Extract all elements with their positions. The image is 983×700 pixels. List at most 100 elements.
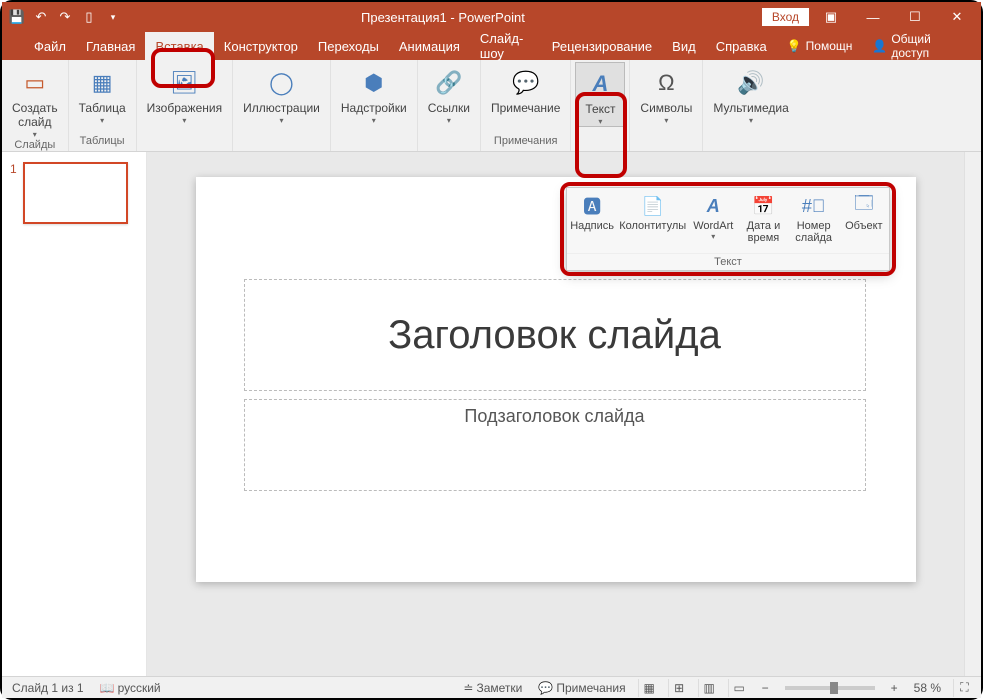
group-images: 🖼 Изображения ▾ [137, 60, 233, 151]
comments-label: Примечания [556, 681, 625, 695]
share-label: Общий доступ [891, 32, 949, 60]
normal-view-icon[interactable]: ▦ [638, 679, 660, 697]
comment-button[interactable]: 💬 Примечание [485, 62, 566, 116]
zoom-out-button[interactable]: − [758, 681, 773, 695]
textbox-button[interactable]: 🅰 Надпись [567, 188, 617, 253]
object-button[interactable]: 🗔 Объект [839, 188, 889, 253]
title-placeholder[interactable]: Заголовок слайда [244, 279, 866, 391]
symbols-label: Символы [640, 102, 692, 116]
slide-thumbnails-panel[interactable]: 1 [2, 152, 147, 676]
notes-label: Заметки [476, 681, 522, 695]
zoom-slider[interactable] [785, 686, 875, 690]
text-label: Текст [585, 103, 615, 117]
datetime-button[interactable]: 📅 Дата и время [738, 188, 788, 253]
group-tables: ▦ Таблица ▾ Таблицы [69, 60, 137, 151]
chevron-down-icon: ▾ [100, 116, 104, 125]
group-media-label [750, 135, 753, 149]
slidenum-label: Номер слайда [795, 220, 832, 244]
tab-home[interactable]: Главная [76, 32, 145, 60]
chevron-down-icon: ▾ [182, 116, 186, 125]
qat-customize-icon[interactable]: ▾ [102, 6, 124, 28]
chevron-down-icon: ▾ [33, 130, 37, 139]
spellcheck-icon: 📖 [100, 681, 115, 695]
ribbon-options-icon[interactable]: ▣ [811, 3, 851, 31]
headerfooter-button[interactable]: 📄 Колонтитулы [617, 188, 688, 253]
group-illustrations: ◯ Иллюстрации ▾ [233, 60, 331, 151]
group-links: 🔗 Ссылки ▾ [418, 60, 481, 151]
close-icon[interactable]: ✕ [937, 3, 977, 31]
shapes-icon: ◯ [269, 66, 294, 100]
tab-animation[interactable]: Анимация [389, 32, 470, 60]
titlebar: 💾 ↶ ↷ ▯ ▾ Презентация1 - PowerPoint Вход… [2, 2, 981, 32]
tab-transitions[interactable]: Переходы [308, 32, 389, 60]
tab-slideshow[interactable]: Слайд-шоу [470, 32, 542, 60]
text-button[interactable]: A Текст ▾ [575, 62, 625, 127]
comment-label: Примечание [491, 102, 560, 116]
group-tables-label: Таблицы [80, 135, 125, 149]
share-button[interactable]: 👤 Общий доступ [862, 32, 959, 60]
chevron-down-icon: ▾ [664, 116, 668, 125]
save-icon[interactable]: 💾 [6, 6, 28, 28]
group-slides-label: Слайды [14, 139, 55, 153]
vertical-scrollbar[interactable] [964, 152, 981, 676]
links-button[interactable]: 🔗 Ссылки ▾ [422, 62, 476, 125]
group-images-label [183, 135, 186, 149]
media-button[interactable]: 🔊 Мультимедиа ▾ [707, 62, 794, 125]
undo-icon[interactable]: ↶ [30, 6, 52, 28]
group-comments-label: Примечания [494, 135, 558, 149]
fit-to-window-icon[interactable]: ⛶ [953, 679, 975, 697]
redo-icon[interactable]: ↷ [54, 6, 76, 28]
thumbnail-preview[interactable] [23, 162, 128, 224]
zoom-in-button[interactable]: + [887, 681, 902, 695]
thumbnail-1[interactable]: 1 [10, 162, 138, 224]
comment-icon: 💬 [512, 66, 539, 100]
wordart-icon: A [707, 192, 720, 220]
illustrations-label: Иллюстрации [243, 102, 320, 116]
tab-insert[interactable]: Вставка [145, 32, 213, 60]
group-illustrations-label [280, 135, 283, 149]
window-title: Презентация1 - PowerPoint [124, 10, 762, 25]
tab-file[interactable]: Файл [24, 32, 76, 60]
notes-button[interactable]: ≐ Заметки [459, 681, 526, 695]
language-label: русский [118, 681, 161, 695]
link-icon: 🔗 [435, 66, 462, 100]
tab-view[interactable]: Вид [662, 32, 706, 60]
wordart-label: WordArt [693, 220, 733, 232]
illustrations-button[interactable]: ◯ Иллюстрации ▾ [237, 62, 326, 125]
minimize-icon[interactable]: — [853, 3, 893, 31]
group-links-label [447, 135, 450, 149]
subtitle-placeholder[interactable]: Подзаголовок слайда [244, 399, 866, 491]
language-button[interactable]: 📖 русский [96, 681, 165, 695]
table-button[interactable]: ▦ Таблица ▾ [73, 62, 132, 125]
textbox-label: Надпись [570, 220, 614, 232]
slide-counter[interactable]: Слайд 1 из 1 [8, 681, 88, 695]
zoom-level[interactable]: 58 % [910, 681, 945, 695]
chevron-down-icon: ▾ [447, 116, 451, 125]
chevron-down-icon: ▾ [749, 116, 753, 125]
slideshow-view-icon[interactable]: ▭ [728, 679, 750, 697]
new-slide-button[interactable]: ▭ Создать слайд ▾ [6, 62, 64, 139]
tab-design[interactable]: Конструктор [214, 32, 308, 60]
speaker-icon: 🔊 [737, 66, 764, 100]
symbols-button[interactable]: Ω Символы ▾ [634, 62, 698, 125]
signin-button[interactable]: Вход [762, 8, 809, 26]
start-slideshow-icon[interactable]: ▯ [78, 6, 100, 28]
statusbar: Слайд 1 из 1 📖 русский ≐ Заметки 💬 Приме… [2, 676, 981, 698]
maximize-icon[interactable]: ☐ [895, 3, 935, 31]
quick-access-toolbar: 💾 ↶ ↷ ▯ ▾ [6, 6, 124, 28]
object-icon: 🗔 [854, 192, 874, 220]
subtitle-placeholder-text: Подзаголовок слайда [464, 406, 644, 427]
tab-review[interactable]: Рецензирование [542, 32, 662, 60]
slidenum-button[interactable]: #⃣ Номер слайда [789, 188, 839, 253]
reading-view-icon[interactable]: ▥ [698, 679, 720, 697]
images-button[interactable]: 🖼 Изображения ▾ [141, 62, 228, 125]
thumbnail-number: 1 [10, 162, 17, 224]
addins-button[interactable]: ⬢ Надстройки ▾ [335, 62, 413, 125]
tellme-search[interactable]: 💡 Помощн [777, 32, 863, 60]
wordart-button[interactable]: A WordArt ▾ [688, 188, 738, 253]
tab-help[interactable]: Справка [706, 32, 777, 60]
headerfooter-icon: 📄 [641, 192, 663, 220]
sorter-view-icon[interactable]: ⊞ [668, 679, 690, 697]
slidenum-icon: #⃣ [802, 192, 826, 220]
comments-button[interactable]: 💬 Примечания [534, 681, 629, 695]
